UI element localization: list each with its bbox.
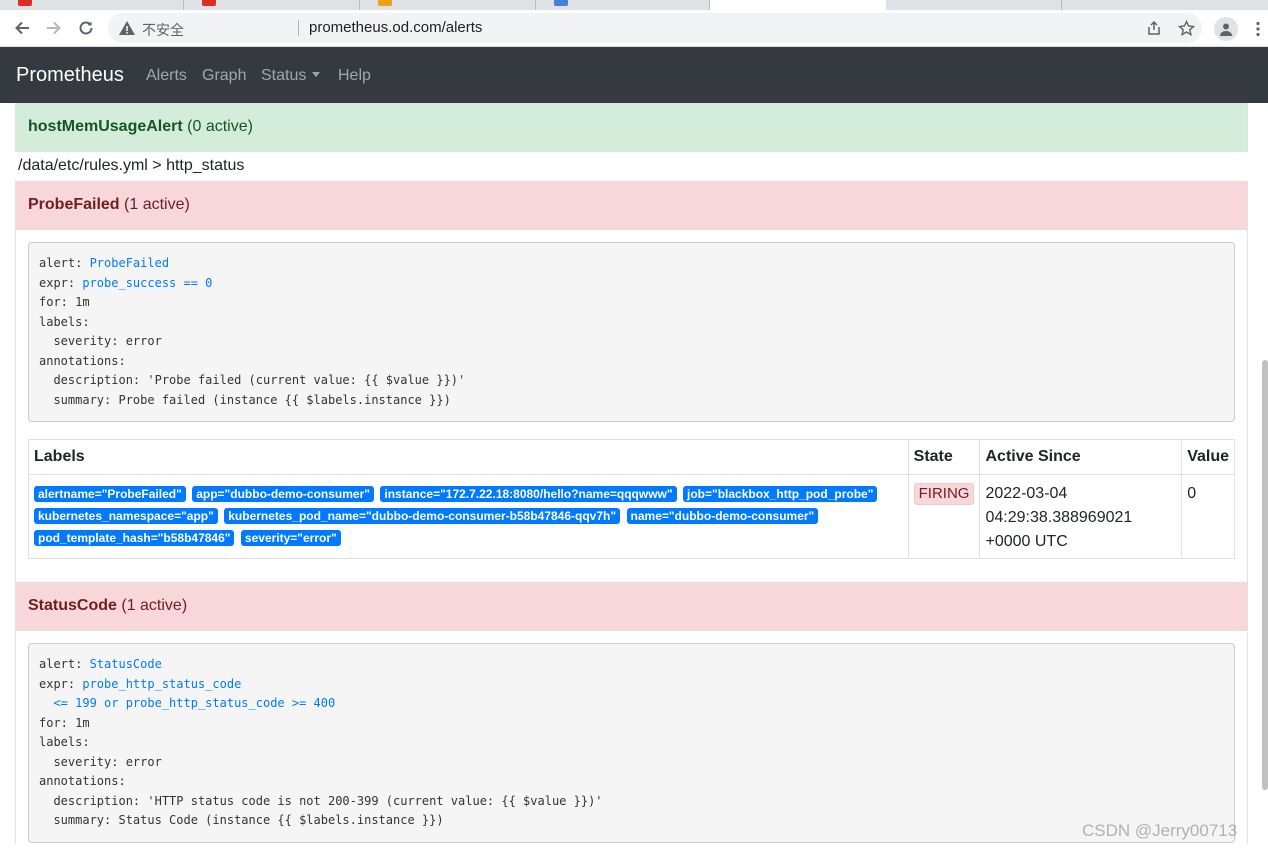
rule-body: for: 1m labels: severity: error annotati… (39, 295, 466, 407)
alert-count: (0 active) (187, 118, 253, 135)
label-badge: name="dubbo-demo-consumer" (626, 508, 819, 524)
browser-tab[interactable] (0, 0, 184, 10)
rule-key: alert: (39, 657, 90, 671)
bookmark-button[interactable] (1176, 18, 1196, 38)
table-row: alertname="ProbeFailed" app="dubbo-demo-… (28, 474, 1235, 559)
rule-definition: alert: ProbeFailed expr: probe_success =… (28, 242, 1235, 422)
active-since-cell: 2022-03-04 04:29:38.388969021 +0000 UTC (979, 474, 1183, 559)
avatar-icon (1220, 23, 1232, 36)
rule-key: alert: (39, 256, 90, 270)
rule-body: for: 1m labels: severity: error annotati… (39, 715, 603, 828)
nav-status[interactable]: Status (261, 67, 321, 85)
tab-favicon-icon (378, 0, 392, 6)
caret-down-icon (312, 72, 321, 77)
more-vert-icon (1256, 21, 1260, 37)
alert-count: (1 active) (121, 597, 188, 614)
alert-link[interactable]: ProbeFailed (90, 256, 169, 270)
page-scrollbar[interactable] (1262, 360, 1268, 790)
column-header-state: State (907, 439, 981, 475)
expr-link[interactable]: probe_http_status_code <= 199 or probe_h… (39, 677, 335, 711)
column-header-labels: Labels (28, 439, 909, 475)
address-bar[interactable]: 不安全 prometheus.od.com/alerts (108, 13, 1202, 43)
label-badge: kubernetes_pod_name="dubbo-demo-consumer… (224, 508, 621, 524)
browser-toolbar: 不安全 prometheus.od.com/alerts (0, 10, 1268, 47)
label-badge: app="dubbo-demo-consumer" (192, 486, 374, 502)
watermark: CSDN @Jerry00713 (1082, 821, 1238, 840)
alert-name: ProbeFailed (28, 196, 120, 213)
label-badge: alertname="ProbeFailed" (34, 486, 186, 502)
browser-menu-button[interactable] (1250, 18, 1266, 40)
warning-icon (119, 21, 135, 35)
column-header-active-since: Active Since (979, 439, 1183, 475)
browser-tab[interactable] (360, 0, 536, 10)
table-header-row: Labels State Active Since Value (28, 439, 1235, 475)
arrow-left-icon (15, 21, 29, 35)
reload-button[interactable] (72, 14, 100, 42)
expr-link[interactable]: probe_success == 0 (82, 276, 212, 290)
omnibox-divider (298, 20, 299, 36)
browser-tab-active[interactable] (710, 0, 886, 10)
rule-group-path: /data/etc/rules.yml > http_status (18, 157, 245, 174)
back-button[interactable] (8, 14, 36, 42)
alert-details: alert: ProbeFailed expr: probe_success =… (15, 230, 1248, 582)
profile-button[interactable] (1214, 17, 1238, 41)
rule-key: expr: (39, 275, 83, 290)
share-icon (1148, 20, 1160, 35)
nav-help[interactable]: Help (338, 67, 371, 85)
alert-name: StatusCode (28, 597, 117, 614)
alert-name: hostMemUsageAlert (28, 118, 183, 135)
alerts-content: hostMemUsageAlert (0 active) /data/etc/r… (15, 103, 1248, 843)
browser-tab[interactable] (184, 0, 360, 10)
browser-tab-strip (0, 0, 1268, 10)
alert-header-firing[interactable]: ProbeFailed (1 active) (15, 181, 1248, 230)
state-badge: FIRING (913, 483, 975, 505)
arrow-right-icon (47, 21, 61, 35)
label-badge: pod_template_hash="b58b47846" (34, 530, 235, 546)
nav-graph[interactable]: Graph (202, 67, 246, 85)
browser-tab[interactable] (886, 0, 1062, 10)
rule-definition: alert: StatusCode expr: probe_http_statu… (28, 643, 1235, 843)
alert-header-inactive[interactable]: hostMemUsageAlert (0 active) (15, 103, 1248, 152)
browser-tab[interactable] (536, 0, 710, 10)
active-alerts-table: Labels State Active Since Value alertnam… (28, 439, 1235, 559)
tab-favicon-icon (202, 0, 216, 6)
label-badge: instance="172.7.22.18:8080/hello?name=qq… (380, 486, 677, 502)
star-icon (1177, 19, 1195, 36)
tab-favicon-icon (554, 0, 568, 6)
label-badge: job="blackbox_http_pod_probe" (683, 486, 878, 502)
share-button[interactable] (1144, 18, 1164, 38)
alert-link[interactable]: StatusCode (90, 657, 162, 671)
forward-button[interactable] (40, 14, 68, 42)
labels-cell: alertname="ProbeFailed" app="dubbo-demo-… (28, 474, 909, 559)
url-text[interactable]: prometheus.od.com/alerts (309, 19, 482, 36)
value-cell: 0 (1181, 474, 1235, 559)
navbar-brand[interactable]: Prometheus (16, 64, 124, 87)
state-cell: FIRING (907, 474, 981, 559)
label-badge: kubernetes_namespace="app" (34, 508, 218, 524)
nav-alerts[interactable]: Alerts (146, 67, 187, 85)
nav-status-label: Status (261, 67, 307, 84)
alert-details: alert: StatusCode expr: probe_http_statu… (15, 631, 1248, 843)
column-header-value: Value (1181, 439, 1235, 475)
app-navbar: Prometheus Alerts Graph Status Help (0, 47, 1268, 103)
label-badge: severity="error" (240, 530, 341, 546)
security-label[interactable]: 不安全 (142, 20, 184, 40)
reload-icon (79, 21, 93, 35)
rule-key: expr: (39, 676, 83, 691)
alert-count: (1 active) (124, 196, 190, 213)
alert-header-firing[interactable]: StatusCode (1 active) (15, 582, 1248, 631)
tab-favicon-icon (18, 0, 32, 6)
